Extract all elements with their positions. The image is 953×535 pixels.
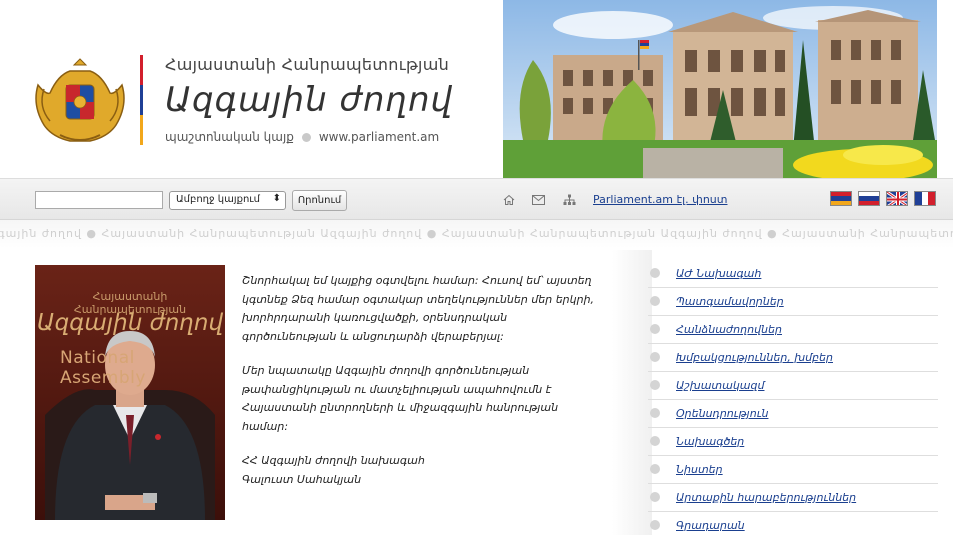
menu-item-label[interactable]: Արտաքին հարաբերություններ — [676, 491, 856, 504]
bullet-icon — [650, 436, 660, 446]
menu-item-drafts[interactable]: Նախագծեր — [648, 428, 938, 456]
bullet-icon — [650, 324, 660, 334]
search-scope-value: Ամբողջ կայքում — [176, 194, 260, 205]
search-button[interactable]: Որոնում — [292, 190, 347, 211]
separator-dot-icon — [301, 133, 311, 142]
menu-item-label[interactable]: Գրադարան — [676, 519, 745, 532]
search-input[interactable] — [35, 191, 163, 209]
speaker-portrait: Հայաստանի Հանրապետության Ազգային ժողով N… — [35, 265, 225, 520]
france-flag-icon[interactable] — [914, 191, 936, 206]
bullet-icon — [650, 380, 660, 390]
parliament-building-photo — [503, 0, 937, 178]
menu-item-label[interactable]: Աշխատակազմ — [676, 379, 764, 392]
watermark-text: Ազգային ժողով ● Հայաստանի Հանրապետության… — [0, 227, 953, 240]
signature-name: Գալուստ Սահակյան — [242, 472, 362, 486]
armenia-flag-icon[interactable] — [830, 191, 852, 206]
welcome-message: Շնորհակալ եմ կայքից օգտվելու համար: Հուս… — [242, 272, 597, 505]
home-icon[interactable] — [502, 194, 516, 208]
bullet-icon — [650, 520, 660, 530]
welcome-paragraph: Մեր նպատակը Ազգային ժողովի գործունեությա… — [242, 364, 559, 433]
welcome-signature: ՀՀ Ազգային ժողովի նախագահ Գալուստ Սահակյ… — [242, 452, 597, 489]
bullet-icon — [650, 268, 660, 278]
email-link[interactable]: Parliament.am էլ. փոստ — [593, 193, 727, 206]
menu-item-label[interactable]: Խմբակցություններ, խմբեր — [676, 351, 833, 364]
russia-flag-icon[interactable] — [858, 191, 880, 206]
menu-item-label[interactable]: Նիստեր — [676, 463, 723, 476]
bullet-icon — [650, 296, 660, 306]
menu-item-label[interactable]: ԱԺ Նախագահ — [676, 267, 761, 280]
search-scope-select[interactable]: Ամբողջ կայքում ⬍ — [169, 191, 286, 210]
bullet-icon — [650, 464, 660, 474]
toolbar: Ամբողջ կայքում ⬍ Որոնում Parliament.am է… — [0, 178, 953, 220]
menu-item-foreign-relations[interactable]: Արտաքին հարաբերություններ — [648, 484, 938, 512]
signature-position: ՀՀ Ազգային ժողովի նախագահ — [242, 454, 425, 467]
domain-label: www.parliament.am — [318, 130, 440, 144]
menu-item-sessions[interactable]: Նիստեր — [648, 456, 938, 484]
side-menu: ԱԺ Նախագահ Պատգամավորներ Հանձնաժողովներ … — [648, 260, 938, 535]
menu-item-label[interactable]: Օրենսդրություն — [676, 407, 768, 420]
official-site-label: պաշտոնական կայք — [165, 130, 294, 144]
menu-item-library[interactable]: Գրադարան — [648, 512, 938, 535]
mail-icon[interactable] — [531, 194, 545, 208]
bullet-icon — [650, 408, 660, 418]
site-caption: պաշտոնական կայք www.parliament.am — [165, 130, 439, 144]
menu-item-label[interactable]: Պատգամավորներ — [676, 295, 784, 308]
sitemap-icon[interactable] — [562, 194, 576, 208]
coat-of-arms-icon — [35, 58, 125, 142]
portrait-na-text: National Assembly — [60, 348, 146, 388]
chevron-updown-icon: ⬍ — [272, 193, 281, 204]
menu-item-staff[interactable]: Աշխատակազմ — [648, 372, 938, 400]
menu-item-label[interactable]: Նախագծեր — [676, 435, 744, 448]
site-title[interactable]: Ազգային ժողով — [165, 80, 453, 120]
menu-item-factions[interactable]: Խմբակցություններ, խմբեր — [648, 344, 938, 372]
menu-item-deputies[interactable]: Պատգամավորներ — [648, 288, 938, 316]
menu-item-committees[interactable]: Հանձնաժողովներ — [648, 316, 938, 344]
watermark-strip: Ազգային ժողով ● Հայաստանի Հանրապետության… — [0, 220, 953, 248]
site-header: Հայաստանի Հանրապետության Ազգային ժողով պ… — [0, 0, 953, 178]
bullet-icon — [650, 492, 660, 502]
welcome-paragraph: Շնորհակալ եմ կայքից օգտվելու համար: Հուս… — [242, 274, 595, 343]
sidebar-shadow — [612, 250, 652, 535]
menu-item-legislation[interactable]: Օրենսդրություն — [648, 400, 938, 428]
portrait-title: Ազգային ժողով — [36, 310, 224, 336]
uk-flag-icon[interactable] — [886, 191, 908, 206]
site-subtitle: Հայաստանի Հանրապետության — [165, 55, 450, 74]
menu-item-label[interactable]: Հանձնաժողովներ — [676, 323, 782, 336]
flag-stripe — [140, 55, 143, 145]
bullet-icon — [650, 352, 660, 362]
menu-item-speaker[interactable]: ԱԺ Նախագահ — [648, 260, 938, 288]
